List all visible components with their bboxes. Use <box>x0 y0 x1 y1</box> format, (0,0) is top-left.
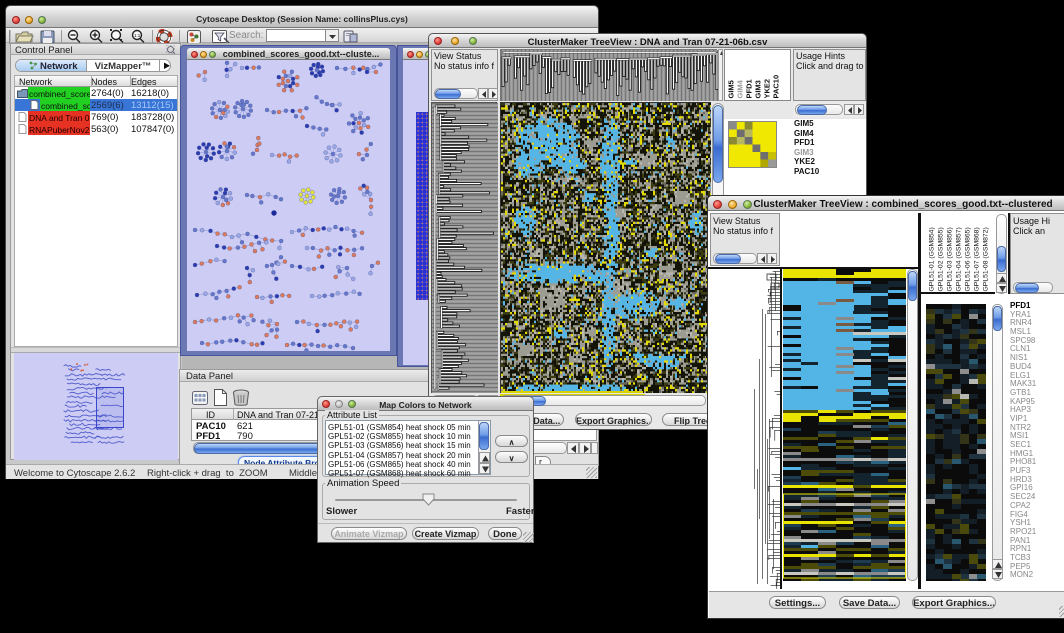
svg-text:1:1: 1:1 <box>134 33 141 38</box>
